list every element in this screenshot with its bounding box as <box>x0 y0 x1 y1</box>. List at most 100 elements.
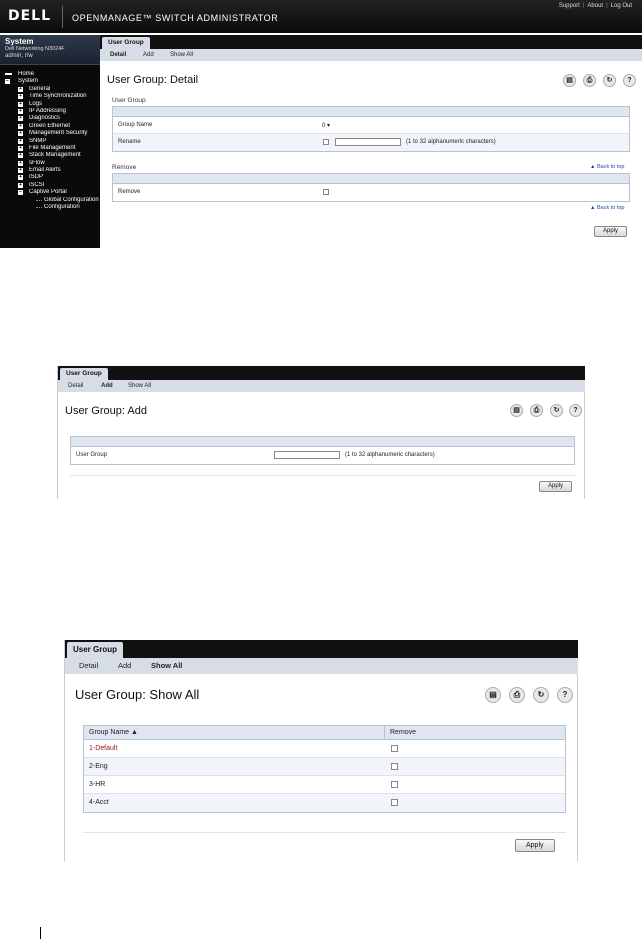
expand-icon[interactable]: + <box>18 182 23 188</box>
sidebar-item[interactable]: + Management Security <box>0 130 100 137</box>
subtab-add[interactable]: Add <box>118 658 131 674</box>
remove-checkbox[interactable] <box>391 745 398 752</box>
sidebar-item[interactable]: − System <box>0 78 100 85</box>
back-to-top-link[interactable]: ▲ Back to top <box>590 164 625 170</box>
group-name-cell[interactable]: 2-Eng <box>89 763 108 770</box>
apply-button[interactable]: Apply <box>539 481 573 492</box>
home-icon[interactable] <box>5 73 12 75</box>
about-link[interactable]: About <box>587 3 603 9</box>
refresh-icon[interactable]: ↻ <box>533 687 549 703</box>
system-model: Dell Networking N3024F <box>5 46 65 52</box>
subtab-detail[interactable]: Detail <box>68 380 83 392</box>
logout-link[interactable]: Log Out <box>611 3 632 9</box>
collapse-icon[interactable]: − <box>5 79 10 85</box>
sidebar-item[interactable]: + Stack Management <box>0 152 100 159</box>
group-name-select[interactable]: 0 ▾ <box>322 122 330 129</box>
sidebar-item[interactable]: + Logs <box>0 101 100 108</box>
user-group-hint: (1 to 32 alphanumeric characters) <box>345 452 435 458</box>
expand-icon[interactable]: + <box>18 153 23 159</box>
sidebar-item-label: Email Alerts <box>29 167 61 174</box>
sidebar-item[interactable]: Configuration <box>0 204 100 211</box>
expand-icon[interactable]: + <box>18 108 23 114</box>
print-icon[interactable]: ⎙ <box>583 74 596 87</box>
sidebar-item[interactable]: + SNMP <box>0 138 100 145</box>
save-icon[interactable]: ▤ <box>510 404 523 417</box>
subtab-show-all[interactable]: Show All <box>151 658 182 674</box>
sidebar-item[interactable]: + General <box>0 86 100 93</box>
refresh-icon[interactable]: ↻ <box>550 404 563 417</box>
add-table: User Group (1 to 32 alphanumeric charact… <box>70 436 575 465</box>
sidebar-item[interactable]: − Captive Portal <box>0 189 100 196</box>
subtab-show-all[interactable]: Show All <box>128 380 151 392</box>
subtab-detail[interactable]: Detail <box>79 658 98 674</box>
sidebar-item[interactable]: + ISDP <box>0 174 100 181</box>
remove-checkbox[interactable] <box>391 781 398 788</box>
sidebar-item[interactable]: + Green Ethernet <box>0 123 100 130</box>
sidebar-item-label: SNMP <box>29 137 47 144</box>
table-row: 3-HR <box>84 776 565 794</box>
tab-user-group[interactable]: User Group <box>60 368 108 380</box>
support-link[interactable]: Support <box>559 3 580 9</box>
sidebar-item[interactable]: + Diagnostics <box>0 115 100 122</box>
expand-icon[interactable]: + <box>18 101 23 107</box>
group-name-cell[interactable]: 3-HR <box>89 781 105 788</box>
expand-icon[interactable]: + <box>18 123 23 129</box>
sidebar-item[interactable]: Global Configuration <box>0 197 100 204</box>
sidebar-item[interactable]: Home <box>0 71 100 78</box>
page-title: User Group: Detail <box>107 74 199 86</box>
dell-logo: DELL <box>8 8 52 24</box>
table-header: Group Name ▲ Remove <box>84 726 565 740</box>
help-icon[interactable]: ? <box>569 404 582 417</box>
collapse-icon[interactable]: − <box>18 190 23 196</box>
save-icon[interactable]: ▤ <box>485 687 501 703</box>
tab-user-group[interactable]: User Group <box>102 37 150 49</box>
expand-icon[interactable]: + <box>18 94 23 100</box>
expand-icon[interactable]: + <box>18 131 23 137</box>
rename-checkbox[interactable] <box>323 139 329 145</box>
table-row: User Group (1 to 32 alphanumeric charact… <box>71 447 574 464</box>
refresh-icon[interactable]: ↻ <box>603 74 616 87</box>
sidebar-item[interactable]: + iSCSI <box>0 182 100 189</box>
help-icon[interactable]: ? <box>557 687 573 703</box>
nav-sidebar: System Dell Networking N3024F admin, r/w… <box>0 35 100 248</box>
col-group-name[interactable]: Group Name ▲ <box>89 729 138 736</box>
page-title: User Group: Show All <box>75 687 200 702</box>
subtab-detail[interactable]: Detail <box>110 49 126 61</box>
help-icon[interactable]: ? <box>623 74 636 87</box>
user-group-input[interactable] <box>274 451 340 459</box>
expand-icon[interactable]: + <box>18 168 23 174</box>
sidebar-item-label: sFlow <box>29 159 45 166</box>
remove-checkbox[interactable] <box>391 763 398 770</box>
subtab-show-all[interactable]: Show All <box>170 49 193 61</box>
print-icon[interactable]: ⎙ <box>509 687 525 703</box>
sidebar-item-label: Configuration <box>44 204 80 211</box>
back-to-top-link[interactable]: ▲ Back to top <box>590 205 625 211</box>
remove-checkbox[interactable] <box>391 799 398 806</box>
subtab-add[interactable]: Add <box>101 380 113 392</box>
remove-checkbox[interactable] <box>323 189 329 195</box>
sidebar-item[interactable]: + IP Addressing <box>0 108 100 115</box>
sidebar-item[interactable]: + File Management <box>0 145 100 152</box>
group-name-cell[interactable]: 4-Acct <box>89 799 109 806</box>
sidebar-item[interactable]: + sFlow <box>0 160 100 167</box>
expand-icon[interactable]: + <box>18 160 23 166</box>
expand-icon[interactable]: + <box>18 175 23 181</box>
user-group-label: User Group <box>76 452 108 458</box>
expand-icon[interactable]: + <box>18 116 23 122</box>
print-icon[interactable]: ⎙ <box>530 404 543 417</box>
subtab-add[interactable]: Add <box>143 49 154 61</box>
expand-icon[interactable]: + <box>18 86 23 92</box>
apply-button[interactable]: Apply <box>594 226 628 237</box>
expand-icon[interactable]: + <box>18 145 23 151</box>
sidebar-item[interactable]: + Email Alerts <box>0 167 100 174</box>
expand-icon[interactable]: + <box>18 138 23 144</box>
group-name-cell[interactable]: 1-Default <box>89 745 117 752</box>
sidebar-item[interactable]: + Time Synchronization <box>0 93 100 100</box>
rename-input[interactable] <box>335 138 401 146</box>
save-icon[interactable]: ▤ <box>563 74 576 87</box>
table-row: 1-Default <box>84 740 565 758</box>
apply-button[interactable]: Apply <box>515 839 555 852</box>
group-table: Group Name ▲ Remove 1-Default 2-Eng 3-HR 4-… <box>83 725 566 813</box>
subtab-bar: Detail Add Show All <box>58 380 585 392</box>
tab-user-group[interactable]: User Group <box>67 642 124 658</box>
